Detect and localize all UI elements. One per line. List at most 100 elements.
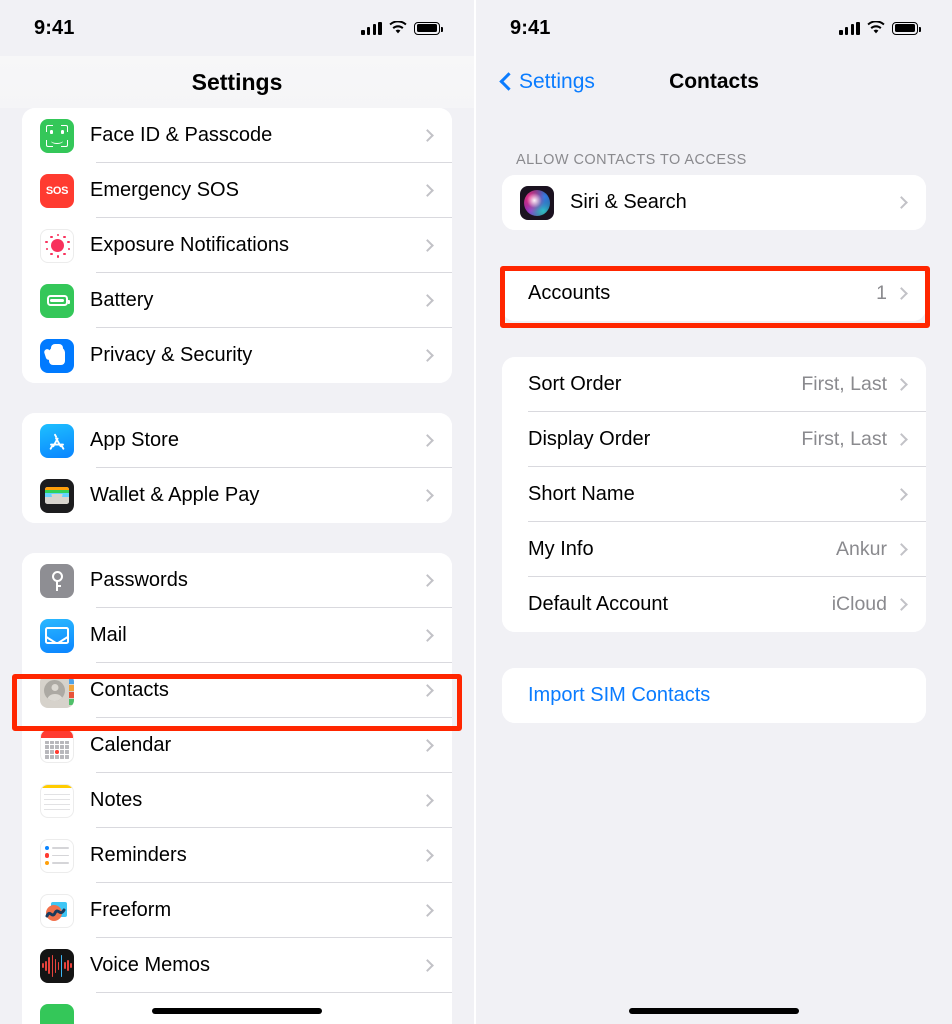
contacts-icon xyxy=(40,673,74,708)
status-indicators xyxy=(839,20,921,35)
row-label: Exposure Notifications xyxy=(90,234,289,256)
sidebar-item-calendar[interactable]: Calendar xyxy=(22,718,452,773)
sidebar-item-face-id[interactable]: Face ID & Passcode xyxy=(22,108,452,163)
row-value: iCloud xyxy=(831,593,887,615)
contacts-navbar: Settings Contacts xyxy=(476,56,952,108)
sidebar-item-reminders[interactable]: Reminders xyxy=(22,828,452,883)
row-label: Contacts xyxy=(90,679,169,701)
row-label: My Info xyxy=(528,538,594,560)
notes-icon xyxy=(40,783,74,818)
wallet-icon xyxy=(40,478,74,513)
sidebar-item-app-store[interactable]: App Store xyxy=(22,413,452,468)
sidebar-item-contacts[interactable]: Contacts xyxy=(22,663,452,718)
page-title: Settings xyxy=(191,68,283,95)
chevron-right-icon xyxy=(895,433,908,446)
chevron-right-icon xyxy=(421,794,434,807)
options-group: Sort Order First, Last Display Order Fir… xyxy=(502,357,926,632)
row-label: Wallet & Apple Pay xyxy=(90,484,260,506)
chevron-right-icon xyxy=(421,349,434,362)
battery-full-icon xyxy=(892,21,921,35)
row-siri-and-search[interactable]: Siri & Search xyxy=(502,175,926,230)
row-label: Siri & Search xyxy=(570,191,687,213)
row-label: Passwords xyxy=(90,569,188,591)
sidebar-item-exposure-notifications[interactable]: Exposure Notifications xyxy=(22,218,452,273)
battery-full-icon xyxy=(414,21,443,35)
action-group: Import SIM Contacts xyxy=(502,668,926,723)
chevron-right-icon xyxy=(421,239,434,252)
voice-memos-icon xyxy=(40,948,74,983)
back-button[interactable]: Settings xyxy=(500,70,595,94)
row-default-account[interactable]: Default Account iCloud xyxy=(502,577,926,632)
chevron-right-icon xyxy=(421,574,434,587)
sidebar-item-emergency-sos[interactable]: SOS Emergency SOS xyxy=(22,163,452,218)
app-store-icon xyxy=(40,423,74,458)
faceid-icon xyxy=(40,118,74,153)
freeform-icon xyxy=(40,893,74,928)
contacts-settings-screen: 9:41 Settings Contacts ALLOW CONTACTS TO… xyxy=(476,0,952,1024)
exposure-notifications-icon xyxy=(40,228,74,263)
chevron-right-icon xyxy=(421,904,434,917)
chevron-right-icon xyxy=(421,959,434,972)
row-label: Freeform xyxy=(90,899,172,921)
accounts-count: 1 xyxy=(876,282,887,304)
row-label: Privacy & Security xyxy=(90,344,253,366)
settings-list: Face ID & Passcode SOS Emergency SOS Exp… xyxy=(0,108,474,1024)
chevron-right-icon xyxy=(895,488,908,501)
settings-group-store: App Store Wallet & Apple Pay xyxy=(22,413,452,523)
row-label: App Store xyxy=(90,429,179,451)
chevron-left-icon xyxy=(500,72,512,92)
sos-icon: SOS xyxy=(40,173,74,208)
sidebar-item-voice-memos[interactable]: Voice Memos xyxy=(22,938,452,993)
row-label: Calendar xyxy=(90,734,172,756)
sidebar-item-wallet-apple-pay[interactable]: Wallet & Apple Pay xyxy=(22,468,452,523)
sidebar-item-battery[interactable]: Battery xyxy=(22,273,452,328)
row-value: First, Last xyxy=(801,428,887,450)
privacy-hand-icon xyxy=(40,338,74,373)
chevron-right-icon xyxy=(895,378,908,391)
settings-group-system: Face ID & Passcode SOS Emergency SOS Exp… xyxy=(22,108,452,383)
dual-screenshot-container: 9:41 Settings Face ID & Passcode SOS Eme… xyxy=(0,0,952,1024)
row-label: Emergency SOS xyxy=(90,179,239,201)
chevron-right-icon xyxy=(895,287,908,300)
row-my-info[interactable]: My Info Ankur xyxy=(502,522,926,577)
chevron-right-icon xyxy=(421,739,434,752)
siri-icon xyxy=(520,185,554,220)
chevron-right-icon xyxy=(421,294,434,307)
mail-envelope-icon xyxy=(40,618,74,653)
chevron-right-icon xyxy=(421,434,434,447)
row-label: Battery xyxy=(90,289,154,311)
row-label: Face ID & Passcode xyxy=(90,124,273,146)
section-header-allow-access: ALLOW CONTACTS TO ACCESS xyxy=(516,152,747,168)
status-bar: 9:41 xyxy=(0,0,474,56)
chevron-right-icon xyxy=(421,684,434,697)
import-sim-contacts-button[interactable]: Import SIM Contacts xyxy=(502,668,926,723)
sidebar-item-privacy-security[interactable]: Privacy & Security xyxy=(22,328,452,383)
row-display-order[interactable]: Display Order First, Last xyxy=(502,412,926,467)
sidebar-item-notes[interactable]: Notes xyxy=(22,773,452,828)
access-group: Siri & Search xyxy=(502,175,926,230)
battery-icon xyxy=(40,283,74,318)
row-label: Accounts xyxy=(528,282,611,304)
row-value: First, Last xyxy=(801,373,887,395)
calendar-icon xyxy=(40,728,74,763)
row-label: Mail xyxy=(90,624,127,646)
row-short-name[interactable]: Short Name xyxy=(502,467,926,522)
chevron-right-icon xyxy=(421,849,434,862)
row-label: Notes xyxy=(90,789,143,811)
row-sort-order[interactable]: Sort Order First, Last xyxy=(502,357,926,412)
row-label: Import SIM Contacts xyxy=(528,684,711,706)
wifi-icon xyxy=(389,20,407,35)
settings-navbar: Settings xyxy=(0,56,474,108)
sidebar-item-mail[interactable]: Mail xyxy=(22,608,452,663)
sidebar-item-passwords[interactable]: Passwords xyxy=(22,553,452,608)
row-value: Ankur xyxy=(836,538,887,560)
home-indicator xyxy=(152,1008,322,1014)
row-accounts[interactable]: Accounts 1 xyxy=(502,266,926,321)
sidebar-item-freeform[interactable]: Freeform xyxy=(22,883,452,938)
cellular-signal-icon xyxy=(839,21,860,35)
home-indicator xyxy=(629,1008,799,1014)
row-label: Default Account xyxy=(528,593,669,615)
